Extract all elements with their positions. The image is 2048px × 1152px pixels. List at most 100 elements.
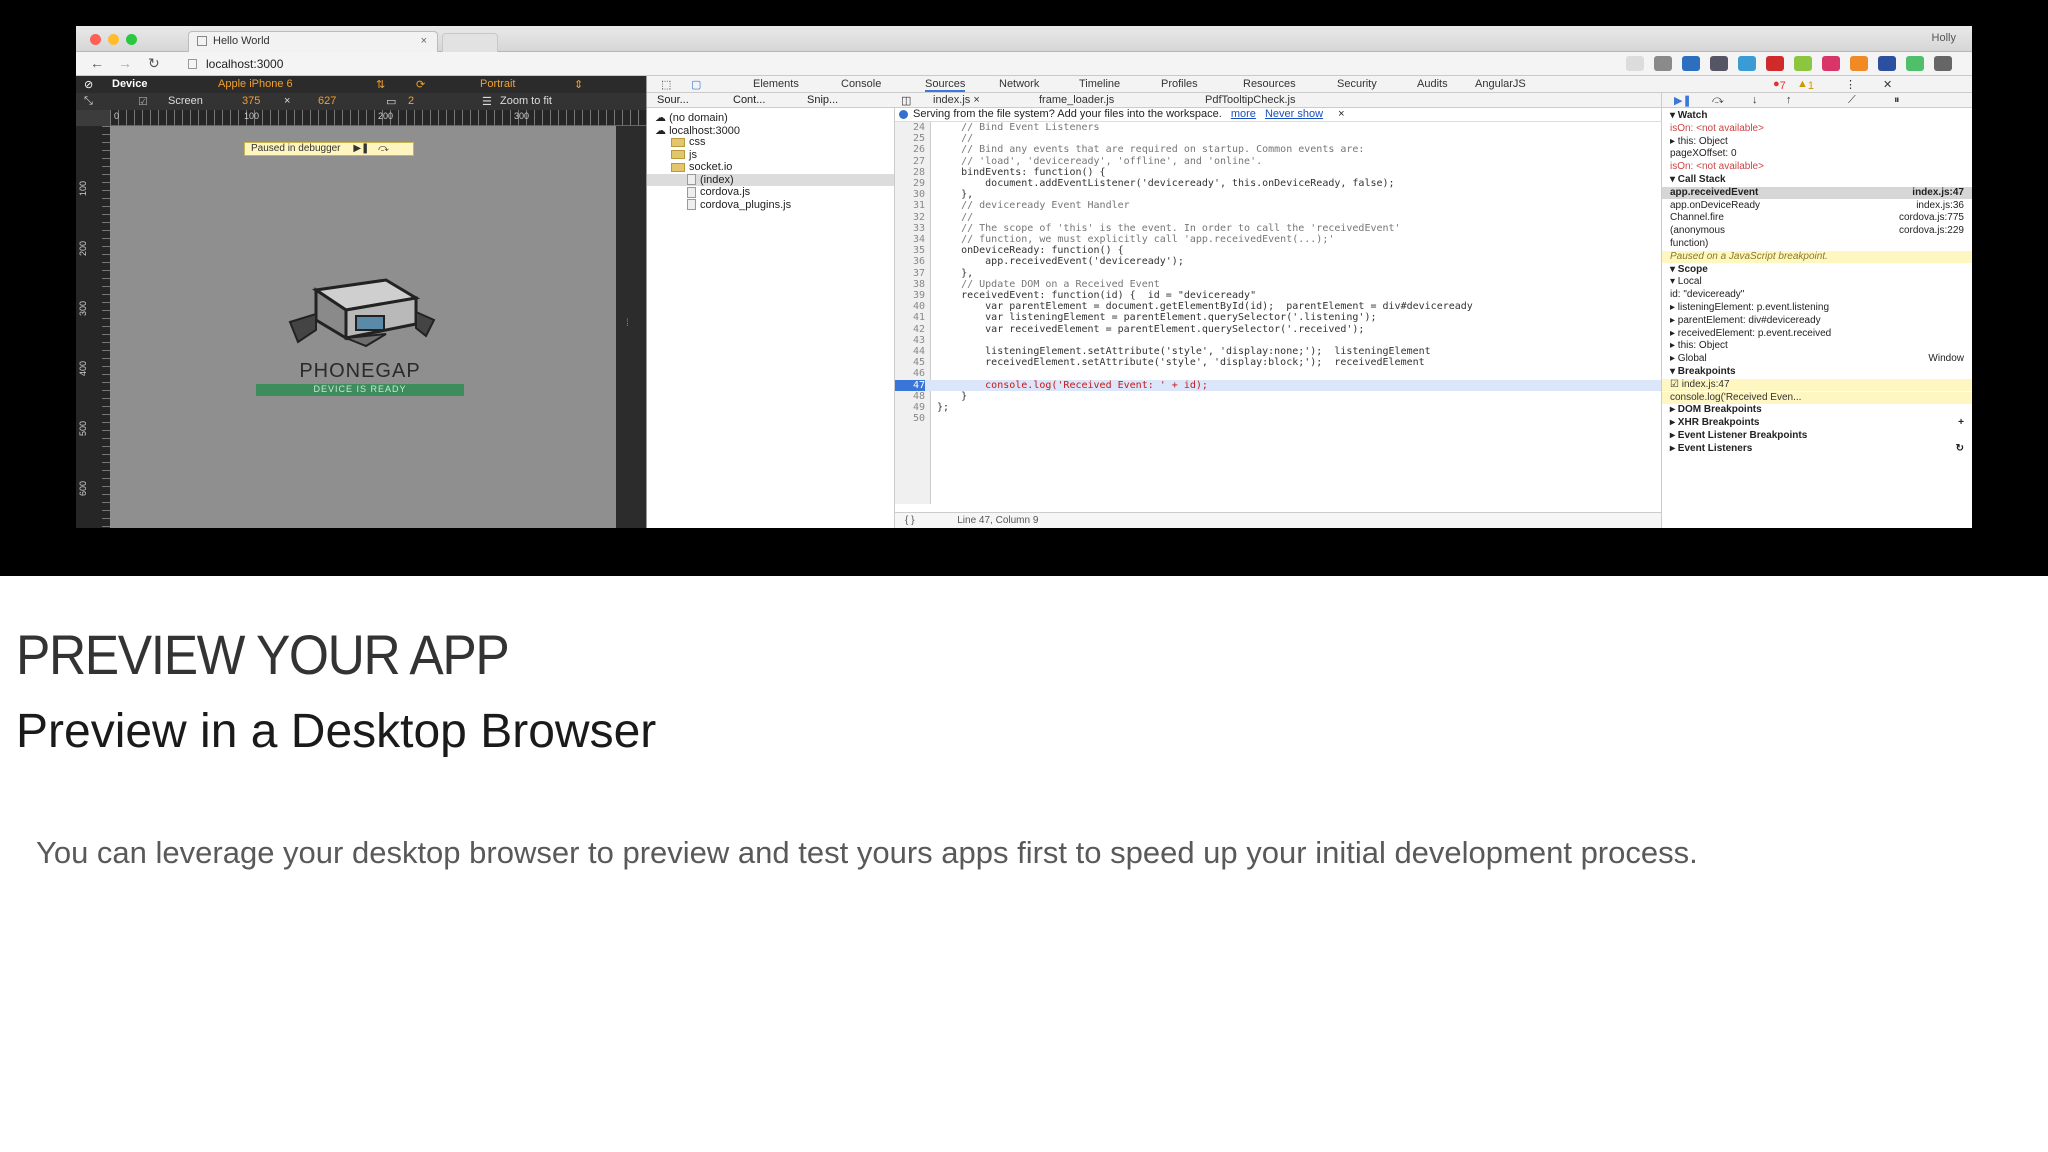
screen-height-input[interactable]: 627	[318, 95, 336, 107]
zoom-to-fit-label[interactable]: Zoom to fit	[500, 95, 552, 107]
tree-item[interactable]: cordova.js	[647, 186, 894, 198]
error-count[interactable]: ● 7	[1773, 78, 1786, 92]
code-line[interactable]: 46	[895, 368, 1661, 379]
code-line[interactable]: 38 // Update DOM on a Received Event	[895, 279, 1661, 290]
extension-icon[interactable]	[1738, 56, 1756, 71]
code-line[interactable]: 31 // deviceready Event Handler	[895, 200, 1661, 211]
code-line[interactable]: 40 var parentElement = document.getEleme…	[895, 301, 1661, 312]
tab-sources[interactable]: Sources	[925, 78, 966, 92]
tab-profiles[interactable]: Profiles	[1161, 78, 1198, 90]
line-number[interactable]: 26	[895, 144, 925, 155]
sidebar-row[interactable]: ▾ Local	[1662, 276, 1972, 288]
line-number[interactable]: 36	[895, 256, 925, 267]
tab-content-scripts[interactable]: Cont...	[733, 94, 765, 106]
code-line[interactable]: 44 listeningElement.setAttribute('style'…	[895, 346, 1661, 357]
menu-icon[interactable]	[1934, 56, 1952, 71]
code-line[interactable]: 42 var receivedElement = parentElement.q…	[895, 324, 1661, 335]
profile-name[interactable]: Holly	[1932, 32, 1956, 44]
code-line[interactable]: 30 },	[895, 189, 1661, 200]
code-line[interactable]: 34 // function, we must explicitly call …	[895, 234, 1661, 245]
line-number[interactable]: 44	[895, 346, 925, 357]
braces-icon[interactable]: { }	[905, 515, 914, 526]
line-number[interactable]: 35	[895, 245, 925, 256]
sidebar-row[interactable]: ▸ parentElement: div#deviceready	[1662, 315, 1972, 327]
swap-icon[interactable]: ⇅	[376, 78, 385, 91]
pane-splitter[interactable]: ⁞	[616, 126, 646, 528]
extension-icon[interactable]	[1822, 56, 1840, 71]
tab-resources[interactable]: Resources	[1243, 78, 1296, 90]
sidebar-row[interactable]: ▾ Scope	[1662, 264, 1972, 276]
inspect-icon[interactable]: ⬚	[661, 78, 671, 91]
sidebar-row[interactable]: isOn: <not available>	[1662, 161, 1972, 173]
line-number[interactable]: 28	[895, 167, 925, 178]
close-window-button[interactable]	[90, 34, 101, 45]
line-number[interactable]: 32	[895, 212, 925, 223]
sidebar-row[interactable]: console.log('Received Even...	[1662, 391, 1972, 404]
code-line[interactable]: 25 //	[895, 133, 1661, 144]
sidebar-row[interactable]: isOn: <not available>	[1662, 123, 1972, 135]
code-line[interactable]: 26 // Bind any events that are required …	[895, 144, 1661, 155]
line-number[interactable]: 48	[895, 391, 925, 402]
code-line[interactable]: 50	[895, 413, 1661, 424]
line-number[interactable]: 45	[895, 357, 925, 368]
tree-item[interactable]: css	[647, 136, 894, 148]
code-line[interactable]: 43	[895, 335, 1661, 346]
phone-screen[interactable]: Paused in debugger ▶❚ ⤼ PHONEGAP DEVICE …	[110, 126, 616, 528]
tab-console[interactable]: Console	[841, 78, 881, 90]
tab-security[interactable]: Security	[1337, 78, 1377, 90]
sidebar-row[interactable]: ☑ index.js:47	[1662, 378, 1972, 391]
line-number[interactable]: 50	[895, 413, 925, 424]
sidebar-row[interactable]: id: "deviceready"	[1662, 289, 1972, 301]
tab-audits[interactable]: Audits	[1417, 78, 1448, 90]
sidebar-row[interactable]: ▸ listeningElement: p.event.listening	[1662, 302, 1972, 314]
code-line[interactable]: 24 // Bind Event Listeners	[895, 122, 1661, 133]
line-number[interactable]: 37	[895, 268, 925, 279]
forward-arrow-icon[interactable]: →	[118, 55, 132, 71]
code-line[interactable]: 47 console.log('Received Event: ' + id);	[895, 379, 1661, 391]
tab-angularjs[interactable]: AngularJS	[1475, 78, 1526, 90]
step-over-icon[interactable]: ⤼	[1712, 94, 1724, 107]
sidebar-row[interactable]: function)	[1662, 238, 1972, 250]
line-number[interactable]: 40	[895, 301, 925, 312]
extension-icon[interactable]	[1794, 56, 1812, 71]
sidebar-row[interactable]: ▸ this: Object	[1662, 136, 1972, 148]
code-line[interactable]: 28 bindEvents: function() {	[895, 167, 1661, 178]
close-icon[interactable]: ✕	[1883, 78, 1892, 91]
sidebar-row[interactable]: pageXOffset: 0	[1662, 148, 1972, 160]
code-line[interactable]: 32 //	[895, 212, 1661, 223]
line-number[interactable]: 43	[895, 335, 925, 346]
back-arrow-icon[interactable]: ←	[90, 55, 104, 71]
orientation-select[interactable]: Portrait	[480, 78, 515, 90]
drag-handle-icon[interactable]: ⁞	[626, 318, 629, 329]
address-bar[interactable]: localhost:3000	[188, 55, 1494, 73]
file-tab-tooltip-check[interactable]: PdfTooltipCheck.js	[1205, 94, 1296, 106]
navigator-toggle-icon[interactable]: ◫	[901, 94, 911, 107]
sidebar-row[interactable]: ▸ Global Window	[1662, 353, 1972, 365]
extension-icon[interactable]	[1654, 56, 1672, 71]
step-into-icon[interactable]: ↓	[1752, 94, 1758, 106]
sidebar-row[interactable]: ▾ Watch	[1662, 110, 1972, 122]
file-tab-index[interactable]: index.js ×	[933, 94, 980, 106]
code-line[interactable]: 35 onDeviceReady: function() {	[895, 245, 1661, 256]
tree-item[interactable]: cordova_plugins.js	[647, 199, 894, 211]
sidebar-row[interactable]: ▸ receivedElement: p.event.received	[1662, 328, 1972, 340]
pause-on-exceptions-icon[interactable]: ⏸	[1894, 94, 1900, 107]
sidebar-row[interactable]: ▸ DOM Breakpoints	[1662, 404, 1972, 416]
code-line[interactable]: 27 // 'load', 'deviceready', 'offline', …	[895, 156, 1661, 167]
sidebar-row[interactable]: ▸ Event Listener Breakpoints	[1662, 430, 1972, 442]
line-number[interactable]: 34	[895, 234, 925, 245]
network-icon[interactable]: ⤡	[84, 95, 93, 108]
code-line[interactable]: 45 receivedElement.setAttribute('style',…	[895, 357, 1661, 368]
step-over-icon[interactable]: ⤼	[378, 143, 389, 154]
code-line[interactable]: 36 app.receivedEvent('deviceready');	[895, 256, 1661, 267]
tab-timeline[interactable]: Timeline	[1079, 78, 1120, 90]
code-line[interactable]: 48 }	[895, 391, 1661, 402]
file-tab-frame-loader[interactable]: frame_loader.js	[1039, 94, 1114, 106]
star-icon[interactable]	[1626, 56, 1644, 71]
tab-network[interactable]: Network	[999, 78, 1039, 90]
warning-count[interactable]: ▲ 1	[1797, 78, 1814, 92]
infobar-close-icon[interactable]: ×	[1338, 108, 1344, 120]
code-line[interactable]: 29 document.addEventListener('deviceread…	[895, 178, 1661, 189]
deactivate-breakpoints-icon[interactable]: ⟋	[1848, 94, 1856, 107]
sidebar-row[interactable]: app.onDeviceReady index.js:36	[1662, 200, 1972, 212]
